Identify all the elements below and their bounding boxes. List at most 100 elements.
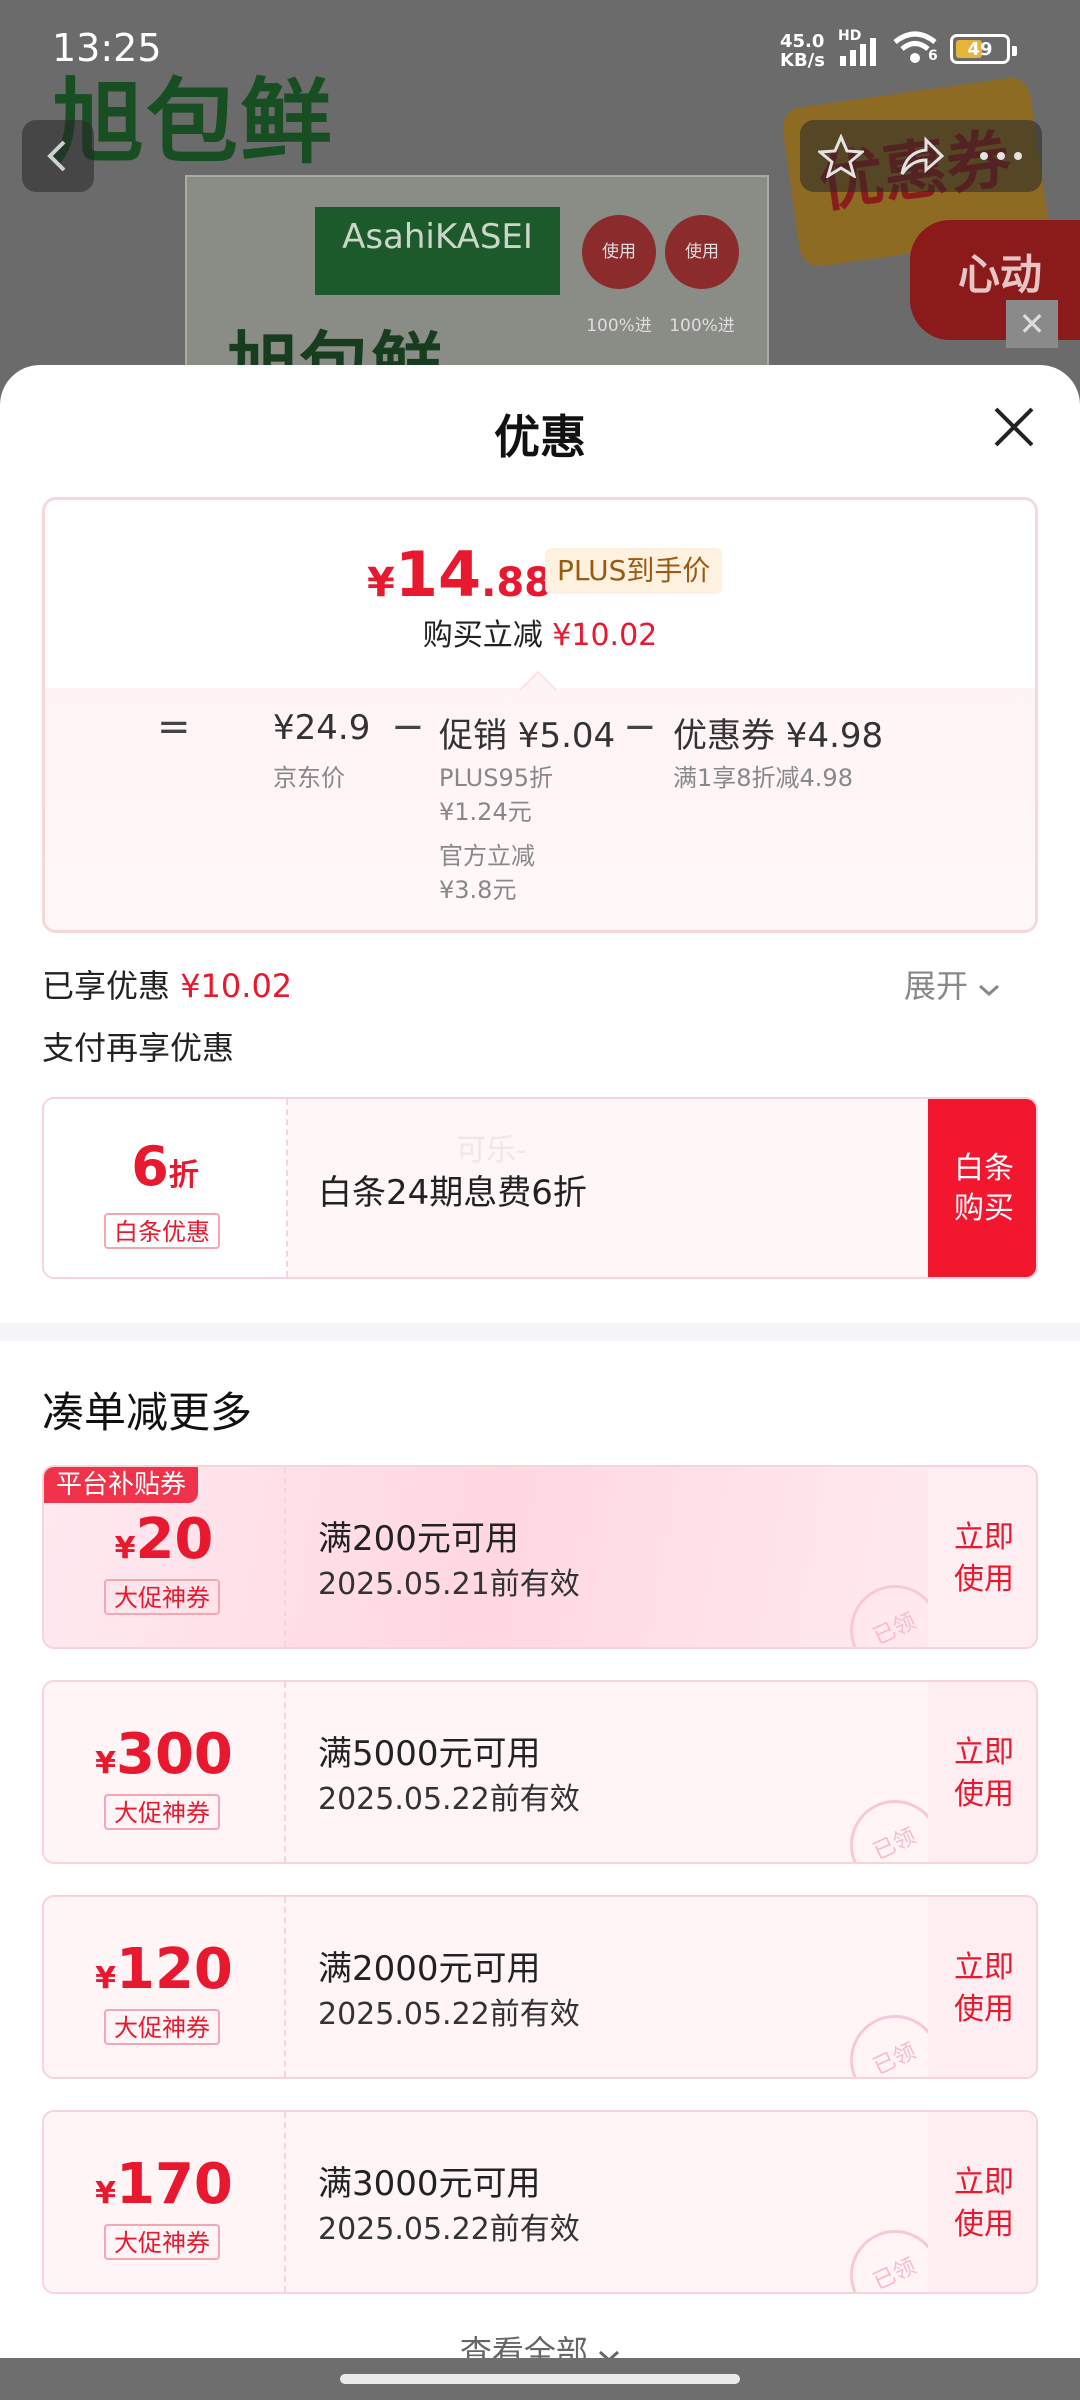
product-brand: AsahiKASEI	[315, 207, 560, 295]
favorite-star-icon[interactable]	[818, 134, 864, 178]
use-now-label: 立即使用	[954, 2165, 1014, 2242]
jd-price: ¥24.9	[273, 708, 371, 748]
coupon-validity: 2025.05.22前有效	[318, 1782, 580, 1817]
pay-more-title: 支付再享优惠	[42, 1029, 235, 1067]
use-now-label: 立即使用	[954, 1950, 1014, 2027]
section-divider	[0, 1323, 1080, 1341]
coupon-amount: 120	[115, 1937, 233, 2002]
use-now-button[interactable]: 立即使用	[928, 1897, 1036, 2077]
coupon-desc: 满1享8折减4.98	[673, 764, 853, 792]
coupon-card[interactable]: ¥170 大促神券 满3000元可用 2025.05.22前有效 已领 立即使用	[42, 2110, 1038, 2294]
coupon-validity: 2025.05.22前有效	[318, 2212, 580, 2247]
use-now-label: 立即使用	[954, 1520, 1014, 1597]
coupon-condition: 满5000元可用	[318, 1734, 541, 1774]
coupon-left: ¥170 大促神券	[44, 2112, 286, 2292]
coupon-amount: 300	[115, 1722, 233, 1787]
battery-icon: 49	[950, 34, 1017, 64]
more-icon[interactable]	[978, 150, 1024, 162]
instant-label: 购买立减	[422, 618, 543, 653]
enjoyed-amount: ¥10.02	[180, 967, 293, 1005]
coupon-currency: ¥	[95, 1961, 116, 1996]
watermark-text: 可乐-	[456, 1133, 527, 1168]
baitiao-discount-unit: 折	[168, 1158, 199, 1193]
use-now-button[interactable]: 立即使用	[928, 1467, 1036, 1647]
discount-sheet: 优惠 ¥14.88 PLUS到手价 购买立减 ¥10.02 = ¥24.9 京东…	[0, 365, 1080, 2400]
close-icon[interactable]	[990, 403, 1038, 451]
price-decimal: .88	[481, 560, 552, 606]
use-now-label: 立即使用	[954, 1735, 1014, 1812]
home-indicator[interactable]	[340, 2374, 740, 2384]
baitiao-discount: 6折	[44, 1135, 286, 1198]
baitiao-desc: 白条24期息费6折	[318, 1173, 587, 1213]
baitiao-buy-button[interactable]: 白条购买	[928, 1099, 1036, 1277]
enjoyed-label: 已享优惠	[42, 967, 171, 1005]
promo-official: 官方立减	[439, 842, 535, 870]
coupon-currency: ¥	[95, 2176, 116, 2211]
top-actions	[800, 120, 1042, 192]
share-icon[interactable]	[898, 134, 944, 178]
price-integer: 14	[394, 538, 482, 611]
baitiao-discount-num: 6	[131, 1135, 169, 1198]
promo-plus95-amount: ¥1.24元	[439, 798, 532, 826]
product-stamp: 使用100%进口PE	[582, 215, 656, 410]
use-now-button[interactable]: 立即使用	[928, 2112, 1036, 2292]
coupon-tag: 大促神券	[104, 2224, 220, 2260]
coupon-condition: 满200元可用	[318, 1519, 519, 1559]
minus-sign: −	[623, 704, 657, 750]
expand-label: 展开	[904, 967, 969, 1005]
coupon-condition: 满3000元可用	[318, 2164, 541, 2204]
back-button[interactable]	[22, 120, 94, 192]
gesture-bar	[0, 2358, 1080, 2400]
coupon-ribbon: 平台补贴券	[44, 1467, 199, 1503]
coupon-amount: 优惠券 ¥4.98	[673, 716, 884, 756]
battery-level: 49	[967, 39, 993, 60]
coupon-value: ¥120	[44, 1937, 284, 2002]
coupon-card[interactable]: ¥20 大促神券 平台补贴券 满200元可用 2025.05.21前有效 已领 …	[42, 1465, 1038, 1649]
sheet-title: 优惠	[494, 410, 586, 464]
price-currency: ¥	[367, 560, 395, 606]
baitiao-tag: 白条优惠	[104, 1213, 220, 1249]
coupon-tag: 大促神券	[104, 2009, 220, 2045]
more-discount-title: 凑单减更多	[42, 1388, 253, 1437]
coupon-value: ¥300	[44, 1722, 284, 1787]
plus-price-tag: PLUS到手价	[545, 548, 723, 594]
coupon-value: ¥20	[44, 1507, 284, 1572]
coupon-amount: 170	[115, 2152, 233, 2217]
use-now-button[interactable]: 立即使用	[928, 1682, 1036, 1862]
network-type: HD	[838, 28, 862, 44]
coupon-value: ¥170	[44, 2152, 284, 2217]
net-speed-value: 45.0	[780, 31, 825, 52]
final-price: ¥14.88	[367, 538, 552, 611]
coupon-validity: 2025.05.21前有效	[318, 1567, 580, 1602]
status-bar: 13:25 45.0 KB/s HD 6 49	[0, 0, 1080, 100]
net-speed-unit: KB/s	[780, 50, 825, 71]
instant-amount: ¥10.02	[552, 618, 658, 653]
coupon-card[interactable]: ¥120 大促神券 满2000元可用 2025.05.22前有效 已领 立即使用	[42, 1895, 1038, 2079]
promo-plus95: PLUS95折	[439, 764, 553, 792]
jd-price-label: 京东价	[273, 764, 345, 792]
baitiao-offer-card[interactable]: 6折 白条优惠 可乐- 白条24期息费6折 白条购买	[42, 1097, 1038, 1279]
baitiao-buy-label: 白条购买	[954, 1151, 1014, 1226]
promo-official-amount: ¥3.8元	[439, 876, 517, 904]
coupon-tag: 大促神券	[104, 1794, 220, 1830]
coupon-card[interactable]: ¥300 大促神券 满5000元可用 2025.05.22前有效 已领 立即使用	[42, 1680, 1038, 1864]
chevron-left-icon	[47, 140, 66, 172]
instant-discount: 购买立减 ¥10.02	[45, 610, 1035, 654]
baitiao-left: 6折 白条优惠	[44, 1099, 288, 1277]
coupon-validity: 2025.05.22前有效	[318, 1997, 580, 2032]
coupon-tag: 大促神券	[104, 1579, 220, 1615]
coupon-condition: 满2000元可用	[318, 1949, 541, 1989]
chevron-down-icon	[979, 984, 1000, 997]
enjoyed-discount: 已享优惠 ¥10.02	[42, 961, 292, 1007]
minus-sign: −	[391, 704, 425, 750]
equals-sign: =	[157, 704, 191, 750]
coupon-amount: 20	[135, 1507, 214, 1572]
coupon-currency: ¥	[95, 1746, 116, 1781]
expand-button[interactable]: 展开	[904, 961, 1000, 1007]
banner-close-icon[interactable]: ✕	[1006, 300, 1058, 348]
product-stamp: 使用100%进口PE	[665, 215, 739, 410]
promo-amount: 促销 ¥5.04	[439, 716, 616, 756]
network-speed: 45.0 KB/s	[780, 32, 825, 70]
wifi-badge: 6	[928, 48, 938, 64]
coupon-currency: ¥	[114, 1531, 136, 1566]
